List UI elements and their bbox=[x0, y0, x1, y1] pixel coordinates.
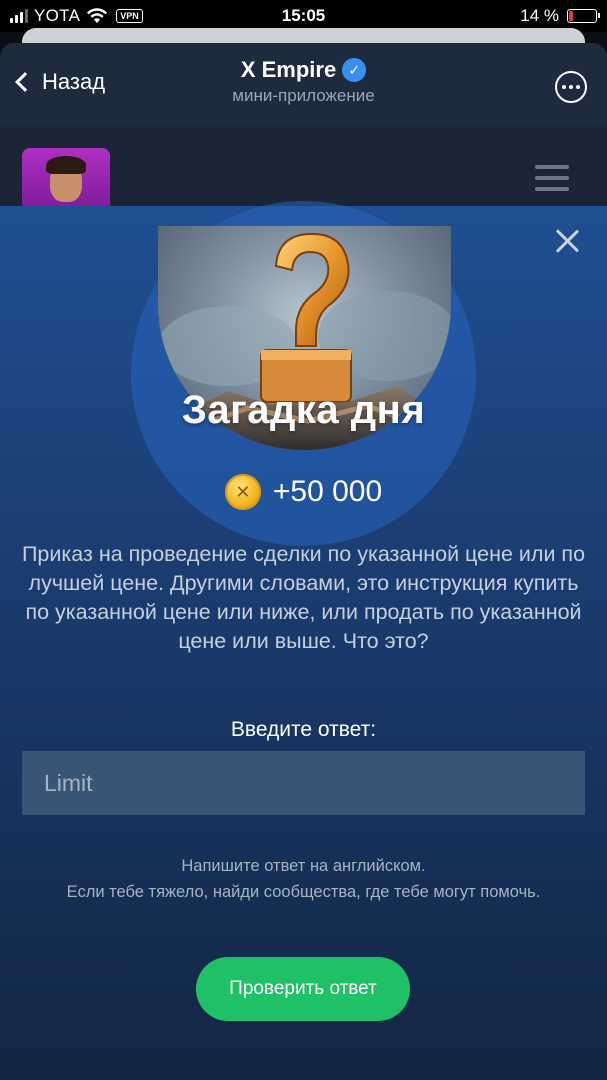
riddle-title: Загадка дня bbox=[181, 388, 426, 432]
avatar bbox=[22, 148, 110, 208]
app-header: Назад X Empire ✓ мини-приложение bbox=[0, 43, 607, 127]
hint-line-1: Напишите ответ на английском. bbox=[181, 857, 426, 875]
battery-icon bbox=[567, 9, 600, 23]
more-options-button[interactable] bbox=[555, 71, 587, 103]
status-right: 14 % bbox=[520, 6, 600, 26]
reward-value: +50 000 bbox=[272, 475, 383, 508]
hint-text: Напишите ответ на английском. Если тебе … bbox=[20, 853, 587, 905]
menu-icon bbox=[535, 165, 569, 198]
background-app bbox=[0, 127, 607, 208]
header-title: X Empire ✓ bbox=[240, 57, 367, 83]
app-subtitle: мини-приложение bbox=[232, 86, 375, 105]
app-title: X Empire bbox=[240, 57, 337, 82]
verified-icon: ✓ bbox=[342, 58, 367, 82]
answer-label: Введите ответ: bbox=[230, 718, 377, 741]
riddle-question: Приказ на проведение сделки по указанной… bbox=[21, 542, 586, 653]
check-answer-button[interactable]: Проверить ответ bbox=[196, 957, 410, 1021]
answer-input[interactable] bbox=[22, 751, 585, 815]
header-title-group: X Empire ✓ мини-приложение bbox=[0, 57, 607, 106]
battery-percent: 14 % bbox=[520, 6, 559, 25]
battery-level bbox=[569, 11, 573, 21]
close-button[interactable] bbox=[552, 226, 582, 256]
reward: ✕ +50 000 bbox=[0, 474, 607, 510]
status-time: 15:05 bbox=[281, 6, 326, 25]
hint-line-2: Если тебе тяжело, найди сообщества, где … bbox=[66, 883, 541, 901]
coin-icon: ✕ bbox=[224, 474, 261, 510]
